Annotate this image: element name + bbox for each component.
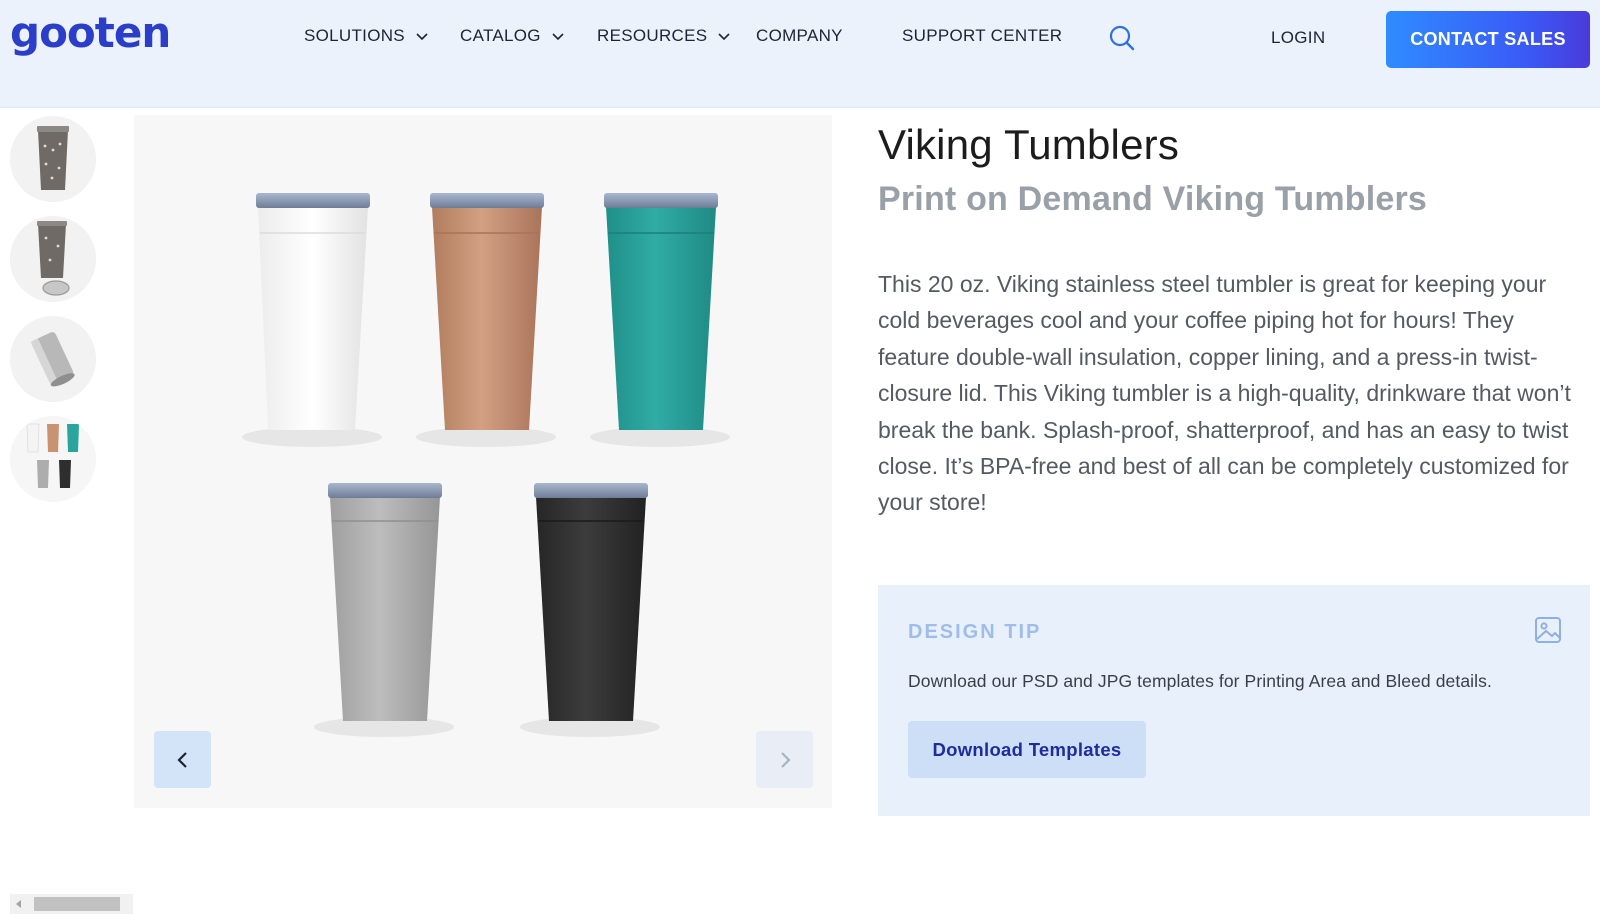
gallery-prev-button[interactable] bbox=[154, 731, 211, 788]
nav-resources[interactable]: RESOURCES bbox=[597, 26, 731, 46]
nav-support-center-label: SUPPORT CENTER bbox=[902, 26, 1063, 45]
tumbler-white bbox=[256, 193, 370, 430]
tumbler-gray bbox=[328, 483, 442, 721]
design-tip-label: DESIGN TIP bbox=[908, 621, 1042, 643]
gooten-logo[interactable]: gooten bbox=[10, 8, 171, 57]
nav-catalog-label: CATALOG bbox=[460, 26, 541, 45]
gallery-next-button[interactable] bbox=[756, 731, 813, 788]
thumbnail-steel-side[interactable] bbox=[10, 316, 96, 402]
image-icon bbox=[1535, 617, 1561, 643]
thumbnail-strip bbox=[0, 108, 133, 914]
nav-catalog[interactable]: CATALOG bbox=[460, 26, 565, 46]
scrollbar-thumb[interactable] bbox=[34, 897, 120, 911]
site-header: gooten SOLUTIONS CATALOG RESOURCES COMPA… bbox=[0, 0, 1600, 108]
nav-company[interactable]: COMPANY bbox=[756, 26, 843, 46]
thumbnail-image bbox=[10, 216, 96, 302]
chevron-down-icon bbox=[416, 33, 428, 41]
thumbnail-steel-front[interactable] bbox=[10, 116, 96, 202]
thumbnail-image bbox=[10, 116, 96, 202]
tumbler-copper bbox=[430, 193, 544, 430]
thumbnail-steel-with-lid[interactable] bbox=[10, 216, 96, 302]
design-tip-panel: DESIGN TIP Download our PSD and JPG temp… bbox=[878, 585, 1590, 816]
thumbnail-colors-group[interactable] bbox=[10, 416, 96, 502]
thumbnail-image bbox=[10, 416, 96, 502]
product-subtitle: Print on Demand Viking Tumblers bbox=[878, 180, 1428, 218]
scroll-left-arrow-icon[interactable] bbox=[16, 900, 21, 908]
product-image-gallery bbox=[134, 115, 832, 808]
tumbler-teal bbox=[604, 193, 718, 430]
chevron-down-icon bbox=[552, 33, 564, 41]
design-tip-text: Download our PSD and JPG templates for P… bbox=[908, 671, 1492, 691]
nav-solutions[interactable]: SOLUTIONS bbox=[304, 26, 429, 46]
contact-sales-button[interactable]: CONTACT SALES bbox=[1386, 11, 1590, 68]
nav-company-label: COMPANY bbox=[756, 26, 843, 45]
chevron-right-icon bbox=[780, 751, 791, 768]
download-templates-button[interactable]: Download Templates bbox=[908, 721, 1146, 778]
product-description: This 20 oz. Viking stainless steel tumbl… bbox=[878, 271, 1571, 516]
login-link[interactable]: LOGIN bbox=[1271, 28, 1325, 48]
chevron-left-icon bbox=[176, 751, 187, 768]
product-image bbox=[134, 115, 832, 808]
thumbnail-image bbox=[10, 316, 96, 402]
chevron-down-icon bbox=[718, 33, 730, 41]
search-icon[interactable] bbox=[1108, 24, 1136, 52]
horizontal-scrollbar[interactable] bbox=[10, 894, 133, 914]
nav-resources-label: RESOURCES bbox=[597, 26, 708, 45]
nav-solutions-label: SOLUTIONS bbox=[304, 26, 405, 45]
nav-support-center[interactable]: SUPPORT CENTER bbox=[902, 26, 1062, 46]
tumbler-black bbox=[534, 483, 648, 721]
product-title: Viking Tumblers bbox=[878, 121, 1180, 168]
